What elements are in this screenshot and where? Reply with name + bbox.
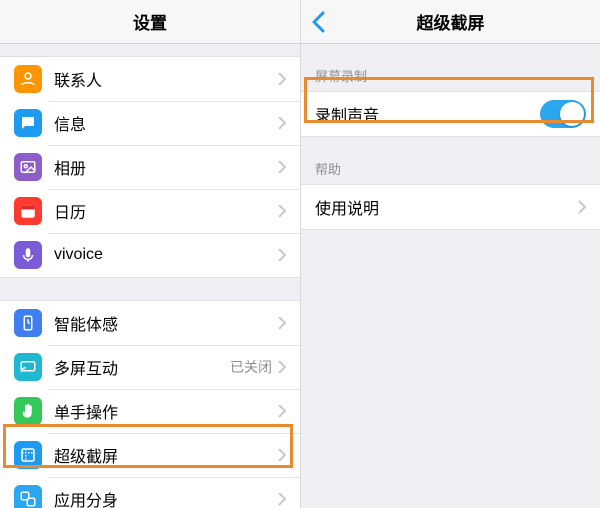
chevron-right-icon [278, 360, 286, 374]
row-label: 相册 [54, 155, 278, 179]
chevron-right-icon [278, 448, 286, 462]
chevron-right-icon [278, 204, 286, 218]
chevron-right-icon [278, 116, 286, 130]
chevron-right-icon [278, 72, 286, 86]
usage-label: 使用说明 [315, 195, 578, 219]
row-vivoice[interactable]: vivoice [0, 233, 300, 277]
settings-title: 设置 [133, 9, 167, 34]
row-onehand[interactable]: 单手操作 [0, 389, 300, 433]
row-multiscreen[interactable]: 多屏互动 已关闭 [0, 345, 300, 389]
row-label: vivoice [54, 246, 278, 264]
row-label: 超级截屏 [54, 443, 278, 467]
toggle-knob [560, 102, 584, 126]
contacts-icon [14, 65, 42, 93]
row-photos[interactable]: 相册 [0, 145, 300, 189]
settings-pane: 设置 联系人 信息 相册 [0, 0, 300, 508]
row-label: 单手操作 [54, 399, 278, 423]
row-label: 日历 [54, 199, 278, 223]
row-messages[interactable]: 信息 [0, 101, 300, 145]
hand-icon [14, 397, 42, 425]
section-header-help: 帮助 [301, 137, 600, 184]
super-screenshot-pane: 超级截屏 屏幕录制 录制声音 帮助 使用说明 [300, 0, 600, 508]
photo-icon [14, 153, 42, 181]
chevron-right-icon [278, 248, 286, 262]
chevron-right-icon [278, 160, 286, 174]
row-contacts[interactable]: 联系人 [0, 57, 300, 101]
record-audio-label: 录制声音 [315, 102, 540, 126]
settings-navbar: 设置 [0, 0, 300, 44]
chevron-right-icon [278, 492, 286, 506]
record-audio-toggle[interactable] [540, 100, 586, 128]
section-header-recording: 屏幕录制 [301, 44, 600, 91]
settings-group-2: 智能体感 多屏互动 已关闭 单手操作 [0, 300, 300, 508]
detail-navbar: 超级截屏 [301, 0, 600, 44]
row-record-audio[interactable]: 录制声音 [301, 92, 600, 136]
recording-group: 录制声音 [301, 91, 600, 137]
row-label: 智能体感 [54, 311, 278, 335]
appclone-icon [14, 485, 42, 508]
help-group: 使用说明 [301, 184, 600, 230]
cast-icon [14, 353, 42, 381]
row-usage[interactable]: 使用说明 [301, 185, 600, 229]
row-calendar[interactable]: 日历 [0, 189, 300, 233]
message-icon [14, 109, 42, 137]
settings-group-1: 联系人 信息 相册 日 [0, 56, 300, 278]
detail-title: 超级截屏 [417, 9, 485, 34]
row-label: 应用分身 [54, 487, 278, 508]
row-smartsense[interactable]: 智能体感 [0, 301, 300, 345]
chevron-right-icon [278, 404, 286, 418]
row-super-screenshot[interactable]: 超级截屏 [0, 433, 300, 477]
row-appclone[interactable]: 应用分身 [0, 477, 300, 508]
chevron-right-icon [278, 316, 286, 330]
smart-icon [14, 309, 42, 337]
row-value: 已关闭 [230, 357, 272, 377]
row-label: 联系人 [54, 67, 278, 91]
row-label: 多屏互动 [54, 355, 230, 379]
screenshot-icon [14, 441, 42, 469]
row-label: 信息 [54, 111, 278, 135]
calendar-icon [14, 197, 42, 225]
back-button[interactable] [311, 11, 325, 33]
chevron-right-icon [578, 200, 586, 214]
mic-icon [14, 241, 42, 269]
